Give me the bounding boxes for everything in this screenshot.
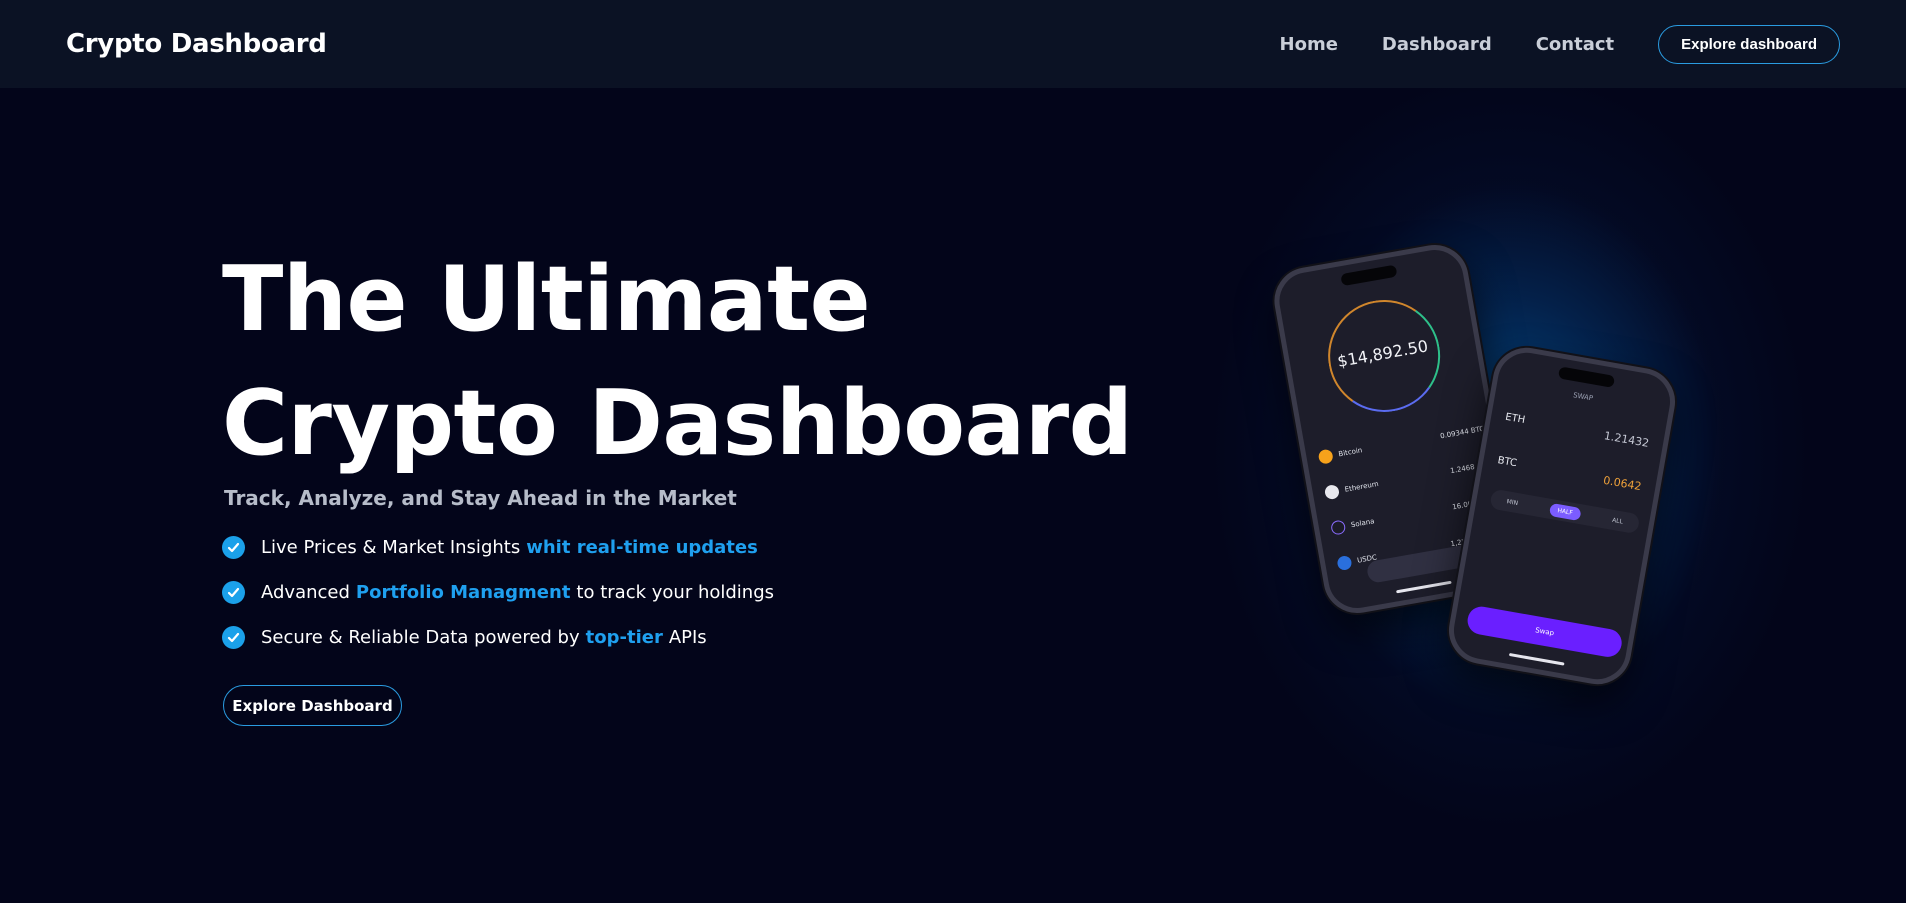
check-circle-icon — [222, 535, 245, 559]
ethereum-icon — [1323, 483, 1341, 501]
solana-icon — [1330, 519, 1347, 536]
swap-from-coin: ETH — [1504, 411, 1526, 427]
bitcoin-icon — [1317, 448, 1334, 465]
amount-selector: MIN HALF ALL — [1489, 488, 1641, 535]
feature-text-after: to track your holdings — [576, 581, 774, 603]
nav-menu: Home Dashboard Contact Explore dashboard — [1280, 24, 1840, 64]
feature-highlight: whit real-time updates — [526, 536, 758, 558]
feature-item: Live Prices & Market Insights whit real-… — [222, 535, 774, 559]
option-all: ALL — [1611, 516, 1624, 526]
feature-text: Secure & Reliable Data powered by — [261, 626, 580, 648]
hero-title: The Ultimate Crypto Dashboard — [222, 238, 1133, 486]
swap-to-coin: BTC — [1496, 455, 1518, 470]
feature-text-after: APIs — [668, 626, 707, 648]
coin-name: Solana — [1350, 517, 1376, 530]
explore-dashboard-nav-button[interactable]: Explore dashboard — [1658, 24, 1840, 64]
coin-name: Bitcoin — [1337, 446, 1363, 459]
coin-name: Ethereum — [1344, 479, 1380, 494]
feature-text: Live Prices & Market Insights — [261, 536, 521, 558]
feature-item: Advanced Portfolio Managment to track yo… — [222, 580, 774, 604]
feature-list: Live Prices & Market Insights whit real-… — [222, 535, 774, 670]
feature-item: Secure & Reliable Data powered by top-ti… — [222, 625, 774, 649]
check-circle-icon — [222, 625, 245, 649]
option-min: MIN — [1506, 497, 1519, 507]
feature-highlight: Portfolio Managment — [355, 581, 571, 603]
swap-button: Swap — [1465, 604, 1624, 660]
swap-from-value: 1.21432 — [1602, 429, 1651, 450]
brand-logo-text[interactable]: Crypto Dashboard — [66, 29, 327, 59]
home-indicator — [1508, 652, 1565, 666]
option-half: HALF — [1548, 502, 1582, 521]
swap-header: SWAP — [1572, 391, 1594, 403]
check-circle-icon — [222, 580, 245, 604]
hero-title-line-2: Crypto Dashboard — [222, 371, 1133, 476]
phone-notch — [1340, 264, 1398, 287]
hero-section: The Ultimate Crypto Dashboard Track, Ana… — [0, 88, 1906, 903]
feature-highlight: top-tier — [585, 626, 663, 648]
nav-link-home[interactable]: Home — [1280, 34, 1338, 55]
explore-dashboard-hero-button[interactable]: Explore Dashboard — [223, 685, 402, 726]
feature-text: Advanced — [261, 581, 350, 603]
phone-notch — [1557, 366, 1616, 388]
nav-link-dashboard[interactable]: Dashboard — [1382, 34, 1492, 55]
coin-amount: 0.09344 BTC — [1439, 424, 1485, 441]
top-navbar: Crypto Dashboard Home Dashboard Contact … — [0, 0, 1906, 88]
swap-to-value: 0.0642 — [1602, 473, 1643, 494]
hero-subtitle: Track, Analyze, and Stay Ahead in the Ma… — [224, 486, 737, 510]
hero-title-line-1: The Ultimate — [222, 247, 871, 352]
home-indicator — [1396, 580, 1452, 594]
nav-link-contact[interactable]: Contact — [1536, 34, 1614, 55]
usdc-icon — [1336, 554, 1353, 572]
